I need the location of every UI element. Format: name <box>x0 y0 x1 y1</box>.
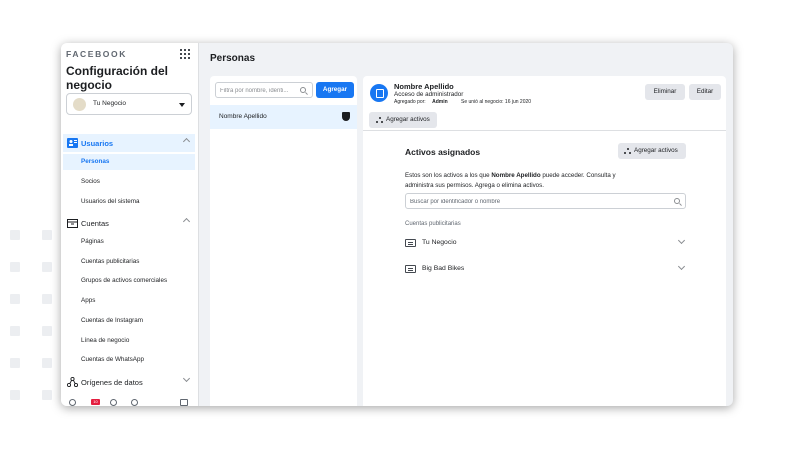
chevron-up-icon <box>182 137 191 146</box>
list-item[interactable]: Nombre Apellido <box>210 105 357 129</box>
sidebar-group-label: Cuentas <box>81 219 109 228</box>
add-person-button[interactable]: Agregar <box>316 82 354 98</box>
sidebar-item-label: Cuentas de WhatsApp <box>81 356 145 363</box>
detail-person-name: Nombre Apellido <box>394 82 454 91</box>
sidebar-item-label: Socios <box>81 178 100 185</box>
filter-field[interactable] <box>215 82 313 98</box>
sidebar-item-label: Línea de negocio <box>81 337 130 344</box>
sidebar-item-personas[interactable]: Personas <box>63 154 195 170</box>
assets-search-input[interactable] <box>410 196 670 207</box>
sidebar-group-origenes-de-datos[interactable]: Orígenes de datos <box>63 373 195 391</box>
sidebar-item-usuarios-del-sistema[interactable]: Usuarios del sistema <box>63 194 195 210</box>
assets-description: Estos son los activos a los que Nombre A… <box>405 171 627 190</box>
sidebar-group-usuarios[interactable]: Usuarios <box>63 134 195 152</box>
business-selector-value: Tu Negocio <box>93 100 126 107</box>
sidebar-item-socios[interactable]: Socios <box>63 174 195 190</box>
sidebar-item-grupos-de-activos[interactable]: Grupos de activos comerciales <box>63 273 195 289</box>
ad-account-icon <box>405 265 416 273</box>
avatar <box>370 84 388 102</box>
desc-person-name: Nombre Apellido <box>491 172 541 179</box>
filter-input[interactable] <box>220 85 296 96</box>
detail-person-role: Acceso de administrador <box>394 91 464 98</box>
sidebar-group-label: Usuarios <box>81 139 114 148</box>
ad-accounts-label: Cuentas publicitarias <box>405 221 461 227</box>
chevron-down-icon[interactable] <box>677 236 686 245</box>
delete-button[interactable]: Eliminar <box>645 84 685 100</box>
help-icon[interactable] <box>131 399 138 406</box>
search-icon <box>674 198 680 204</box>
settings-icon[interactable] <box>69 399 76 406</box>
page-title: Personas <box>210 53 256 64</box>
joined-date: Se unió al negocio: 16 jun 2020 <box>461 99 532 105</box>
chevron-down-icon[interactable] <box>677 262 686 271</box>
sidebar-item-cuentas-de-whatsapp[interactable]: Cuentas de WhatsApp <box>63 352 195 368</box>
apps-grid-icon[interactable] <box>180 49 190 59</box>
asset-row[interactable]: Big Bad Bikes <box>405 262 686 277</box>
sidebar-group-label: Orígenes de datos <box>81 378 143 387</box>
brand-logo: FACEBOOK <box>66 49 127 59</box>
admin-shield-icon <box>342 112 350 121</box>
sidebar-title: Configuración del negocio <box>66 64 168 92</box>
desc-text: Estos son los activos a los que <box>405 172 492 179</box>
hierarchy-icon <box>376 117 383 123</box>
ad-account-icon <box>405 239 416 247</box>
add-assets-button[interactable]: Agregar activos <box>618 143 686 159</box>
sidebar-group-cuentas[interactable]: Cuentas <box>63 214 195 232</box>
assets-search-field[interactable] <box>405 193 686 209</box>
sidebar-item-apps[interactable]: Apps <box>63 293 195 309</box>
briefcase-icon <box>67 219 78 228</box>
sidebar-item-linea-de-negocio[interactable]: Línea de negocio <box>63 333 195 349</box>
panel-icon[interactable] <box>180 399 188 406</box>
sidebar-item-paginas[interactable]: Páginas <box>63 234 195 250</box>
caret-down-icon <box>179 103 185 107</box>
business-avatar <box>73 98 86 111</box>
added-by-value: Admin <box>432 99 448 105</box>
section-title: Activos asignados <box>405 147 481 157</box>
chevron-up-icon <box>182 217 191 226</box>
sidebar-item-cuentas-de-instagram[interactable]: Cuentas de Instagram <box>63 313 195 329</box>
sidebar-bottom-bar: 10 <box>61 399 199 406</box>
sidebar-item-label: Grupos de activos comerciales <box>81 277 168 284</box>
users-icon <box>67 138 78 148</box>
business-selector[interactable]: Tu Negocio <box>66 93 192 115</box>
person-name: Nombre Apellido <box>219 113 267 120</box>
sidebar: FACEBOOK Configuración del negocio Tu Ne… <box>61 43 199 406</box>
added-by-label: Agregado por: <box>394 99 426 105</box>
sidebar-item-label: Personas <box>81 158 110 165</box>
search-icon[interactable] <box>110 399 117 406</box>
divider <box>363 130 726 131</box>
chevron-down-icon <box>182 374 191 383</box>
button-label: Agregar activos <box>386 116 430 123</box>
edit-button[interactable]: Editar <box>689 84 721 100</box>
sidebar-item-label: Páginas <box>81 238 104 245</box>
added-by: Agregado por: Admin <box>394 99 448 105</box>
business-settings-window: FACEBOOK Configuración del negocio Tu Ne… <box>61 43 733 406</box>
sidebar-item-label: Apps <box>81 297 96 304</box>
person-detail-panel: Nombre Apellido Acceso de administrador … <box>363 76 726 406</box>
search-icon <box>300 87 306 93</box>
add-assets-button-top[interactable]: Agregar activos <box>369 112 437 128</box>
sidebar-item-cuentas-publicitarias[interactable]: Cuentas publicitarias <box>63 254 195 270</box>
notification-badge[interactable]: 10 <box>91 399 100 405</box>
sidebar-item-label: Cuentas de Instagram <box>81 317 143 324</box>
people-list-panel: Agregar Nombre Apellido <box>210 76 357 406</box>
asset-label: Big Bad Bikes <box>422 265 465 272</box>
hierarchy-icon <box>624 148 631 154</box>
sidebar-item-label: Cuentas publicitarias <box>81 258 140 265</box>
asset-label: Tu Negocio <box>422 239 457 246</box>
assigned-assets-section: Activos asignados Agregar activos Estos … <box>403 139 703 406</box>
asset-row[interactable]: Tu Negocio <box>405 236 686 251</box>
data-sources-icon <box>67 377 78 387</box>
button-label: Agregar activos <box>634 147 678 154</box>
sidebar-item-label: Usuarios del sistema <box>81 198 140 205</box>
